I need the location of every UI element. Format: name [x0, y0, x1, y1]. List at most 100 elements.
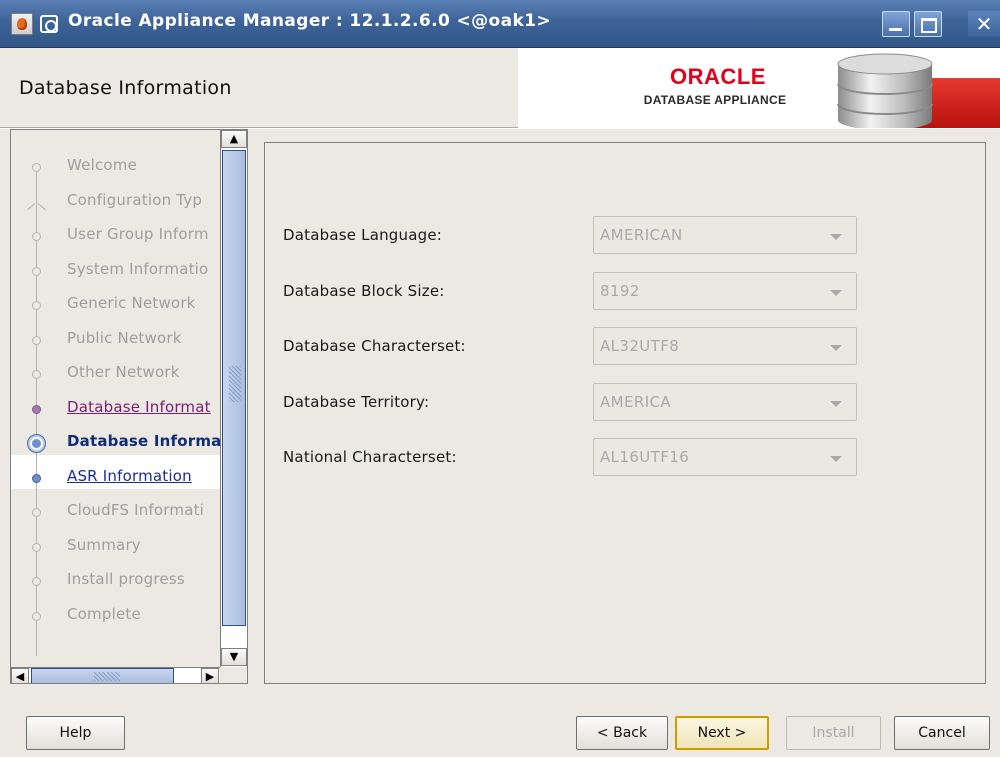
field-dropdown: AMERICAN	[593, 216, 857, 254]
vertical-scrollbar[interactable]: ▲ ▼	[220, 130, 247, 667]
step-label: Database Informat	[67, 397, 211, 416]
maximize-button[interactable]	[914, 11, 942, 37]
field-dropdown: AL16UTF16	[593, 438, 857, 476]
chevron-down-icon	[830, 456, 842, 462]
back-button-label: < Back	[596, 725, 648, 741]
field-dropdown: AMERICA	[593, 382, 857, 421]
horizontal-scrollbar[interactable]: ◀ ▶	[11, 667, 220, 683]
step-label: Welcome	[67, 156, 138, 174]
step-label: CloudFS Informati	[67, 501, 205, 519]
step-marker-icon	[32, 473, 41, 483]
cancel-button[interactable]: Cancel	[894, 716, 990, 750]
step-list: Welcome Configuration Typ User Group Infor…	[11, 130, 221, 666]
form-field-row: Database Block Size: 8192	[265, 271, 985, 310]
step-label: User Group Inform	[67, 225, 209, 243]
step-marker-icon	[32, 508, 41, 517]
scroll-up-arrow-icon[interactable]: ▲	[221, 130, 247, 148]
database-cylinder-icon	[837, 53, 933, 128]
step-item: System Informatio	[11, 253, 221, 287]
step-label: System Informatio	[67, 259, 209, 278]
step-label: Configuration Typ	[67, 190, 203, 209]
step-marker-icon	[32, 266, 41, 276]
step-marker-icon	[32, 163, 41, 172]
appliance-logo-text: DATABASE APPLIANCE	[643, 93, 787, 107]
next-button[interactable]: Next >	[675, 716, 769, 750]
step-navigation-pane: Welcome Configuration Typ User Group Infor…	[10, 129, 248, 684]
step-marker-icon	[32, 335, 41, 345]
scroll-grip	[229, 366, 241, 402]
step-label: Complete	[67, 604, 141, 623]
scroll-grip	[94, 672, 120, 681]
step-item: Database Informa	[11, 425, 221, 459]
scroll-right-arrow-icon[interactable]: ▶	[201, 668, 219, 683]
step-label: Public Network	[67, 328, 182, 347]
form-field-row: Database Language: AMERICAN	[265, 216, 985, 254]
step-marker-icon	[32, 232, 41, 241]
dropdown-value: AMERICAN	[600, 226, 683, 244]
logo-panel: ORACLE DATABASE APPLIANCE	[518, 48, 1000, 128]
step-item: Complete	[11, 598, 221, 632]
step-item[interactable]: Database Informat	[11, 391, 221, 425]
step-item: CloudFS Informati	[11, 494, 221, 528]
step-label: Database Informa	[67, 432, 222, 450]
field-label: National Characterset:	[283, 448, 457, 466]
field-label: Database Territory:	[283, 392, 430, 411]
close-button[interactable]: ✕	[968, 11, 1000, 37]
install-button-label: Install	[812, 725, 855, 741]
help-button[interactable]: Help	[26, 716, 125, 750]
header-banner: Database Information ORACLE DATABASE APP…	[0, 48, 1000, 128]
step-item: User Group Inform	[11, 218, 221, 252]
field-label: Database Block Size:	[283, 281, 445, 300]
step-marker-icon	[32, 542, 41, 552]
next-button-label: Next >	[697, 725, 747, 741]
chevron-down-icon	[830, 400, 842, 407]
step-item: Welcome	[11, 149, 221, 183]
form-field-row: Database Territory: AMERICA	[265, 382, 985, 421]
help-button-label: Help	[59, 725, 92, 741]
field-label: Database Characterset:	[283, 337, 466, 355]
dropdown-value: AL32UTF8	[600, 337, 680, 355]
field-dropdown: 8192	[593, 271, 857, 310]
java-app-icon[interactable]	[11, 13, 33, 35]
step-item[interactable]: ASR Information	[11, 460, 221, 494]
horizontal-scroll-thumb[interactable]	[31, 668, 174, 683]
dropdown-value: AL16UTF16	[600, 448, 690, 466]
step-label: Generic Network	[67, 294, 196, 312]
form-field-row: National Characterset: AL16UTF16	[265, 438, 985, 476]
step-marker-icon	[32, 577, 41, 586]
step-marker-icon	[32, 611, 41, 621]
step-marker-icon	[32, 404, 41, 414]
step-label: Install progress	[67, 570, 185, 588]
step-label: Other Network	[67, 363, 180, 381]
scroll-corner	[220, 667, 247, 683]
vertical-scroll-thumb[interactable]	[222, 150, 246, 626]
title-bar[interactable]: Oracle Appliance Manager : 12.1.2.6.0 <@…	[0, 0, 1000, 48]
install-button: Install	[786, 716, 881, 750]
minimize-button[interactable]	[882, 11, 910, 37]
chevron-down-icon	[830, 289, 842, 296]
step-item: Summary	[11, 529, 221, 563]
cancel-button-label: Cancel	[918, 725, 966, 741]
chevron-down-icon	[830, 234, 842, 240]
step-item: Public Network	[11, 322, 221, 356]
oracle-logo: ORACLE	[670, 64, 766, 89]
step-item: Install progress	[11, 563, 221, 597]
step-item: Configuration Typ	[11, 184, 221, 218]
chevron-down-icon	[830, 345, 842, 351]
field-label: Database Language:	[283, 226, 443, 244]
back-button[interactable]: < Back	[576, 716, 668, 750]
step-label: ASR Information	[67, 466, 192, 485]
scroll-left-arrow-icon[interactable]: ◀	[11, 668, 29, 683]
wizard-body: Welcome Configuration Typ User Group Infor…	[0, 129, 1000, 757]
form-field-row: Database Characterset: AL32UTF8	[265, 327, 985, 365]
scroll-down-arrow-icon[interactable]: ▼	[221, 648, 247, 666]
step-label: Summary	[67, 535, 141, 554]
database-info-form: Database Language: AMERICAN Database Block…	[264, 142, 986, 684]
dropdown-value: AMERICA	[600, 392, 672, 411]
window-title: Oracle Appliance Manager : 12.1.2.6.0 <@…	[68, 11, 552, 31]
step-marker-icon	[27, 434, 46, 453]
step-marker-icon	[32, 370, 41, 379]
field-dropdown: AL32UTF8	[593, 327, 857, 365]
step-marker-icon	[32, 301, 41, 310]
window-menu-icon[interactable]	[40, 15, 58, 33]
